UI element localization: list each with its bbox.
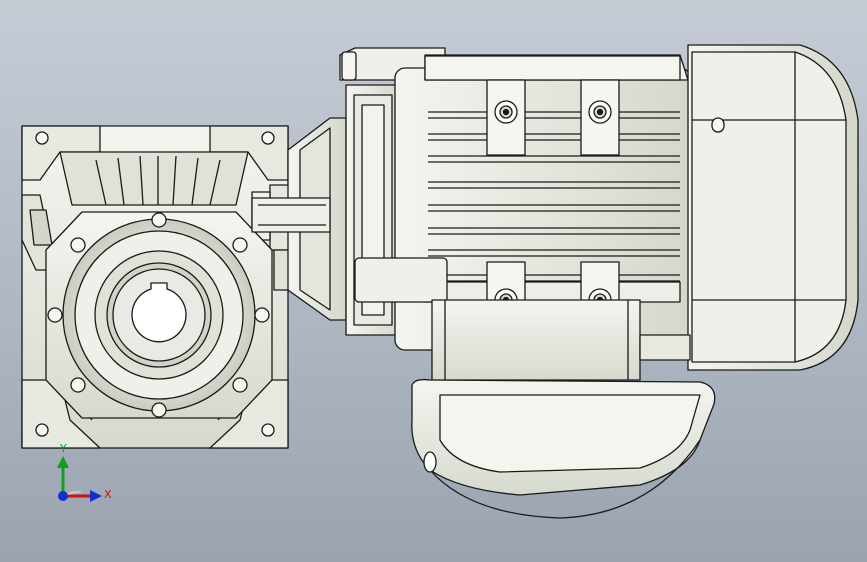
triad-y-label: Y bbox=[59, 442, 67, 455]
fan-cover bbox=[687, 44, 859, 371]
output-flange bbox=[45, 211, 273, 419]
cad-viewport[interactable]: X Y bbox=[0, 0, 867, 562]
triad-x-label: X bbox=[104, 488, 112, 501]
coordinate-triad-icon: X Y bbox=[57, 442, 112, 502]
gearmotor-model[interactable] bbox=[0, 0, 867, 562]
